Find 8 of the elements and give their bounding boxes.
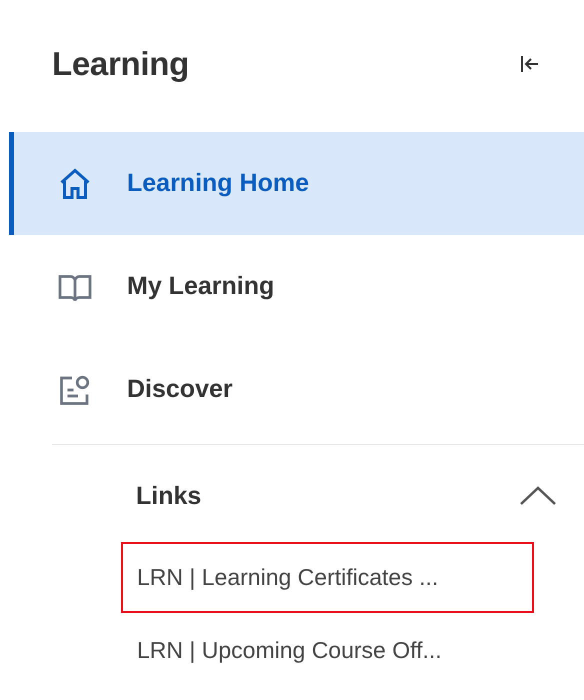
link[interactable]: LRN | Upcoming Course Off... <box>121 615 534 686</box>
section-title: Links <box>136 482 202 510</box>
panel-title: Learning <box>52 45 189 83</box>
nav-item[interactable]: Learning Home <box>9 132 584 235</box>
nav-item[interactable]: My Learning <box>9 235 584 338</box>
chevron-up-icon <box>518 484 558 508</box>
link[interactable]: LRN | Learning Certificates ... <box>121 542 534 613</box>
nav-item[interactable]: Discover <box>9 338 584 441</box>
